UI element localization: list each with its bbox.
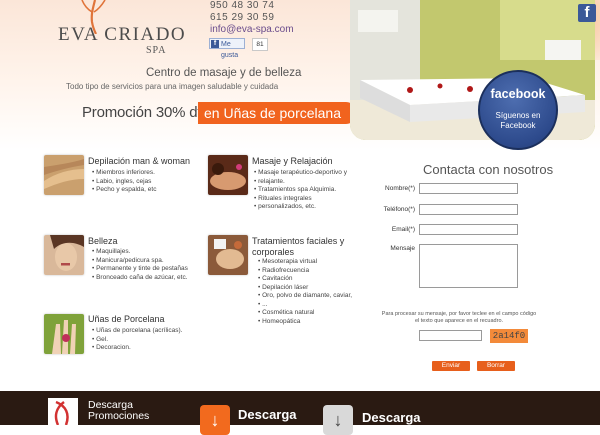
service-image-depilacion[interactable] xyxy=(44,155,84,195)
download-promotions-link[interactable]: Descarga Promociones xyxy=(88,400,149,422)
download-link-a[interactable]: Descarga xyxy=(238,407,297,422)
send-button[interactable]: Enviar xyxy=(432,361,470,371)
subtagline: Todo tipo de servicios para una imagen s… xyxy=(66,82,279,91)
spa-room-illustration xyxy=(350,0,595,140)
service-title-depilacion[interactable]: Depilación man & woman xyxy=(88,156,190,166)
download-link-b[interactable]: Descarga xyxy=(362,410,421,425)
list-item: Cavitación xyxy=(258,275,352,284)
list-item-cont: personalizados, etc. xyxy=(254,203,347,212)
list-item: Gel. xyxy=(92,336,182,345)
list-item: Pecho y espalda, etc xyxy=(92,186,156,195)
list-item: Cosmética natural xyxy=(258,309,352,318)
name-field[interactable] xyxy=(419,183,518,194)
list-item: Maquillajes. xyxy=(92,248,188,257)
like-count: 81 xyxy=(252,38,268,51)
facebook-follow-text: Síguenos en Facebook xyxy=(480,111,556,131)
download-icon[interactable]: ↓ xyxy=(323,405,353,435)
service-image-tratamientos[interactable] xyxy=(208,235,248,275)
promo-text: Promoción 30% dto. xyxy=(82,104,214,121)
list-item-cont: relajante. xyxy=(254,178,347,187)
name-label: Nombre(*) xyxy=(385,185,415,192)
list-item: Oro, polvo de diamante, caviar, xyxy=(258,292,352,301)
phone-2: 615 29 30 59 xyxy=(210,12,275,23)
brand-sub: SPA xyxy=(146,45,167,56)
clear-button[interactable]: Borrar xyxy=(477,361,515,371)
list-item: Decoracion. xyxy=(92,344,182,353)
list-item-cont: ... xyxy=(258,301,352,310)
list-item: Mesoterapia virtual xyxy=(258,258,352,267)
email-label: Email(*) xyxy=(391,226,415,233)
form-title: Contacta con nosotros xyxy=(423,162,554,177)
contact-info: 950 48 30 74 615 29 30 59 info@eva-spa.c… xyxy=(210,0,294,36)
service-image-unas[interactable] xyxy=(44,314,84,354)
email-field[interactable] xyxy=(419,224,518,235)
spa-room-photo xyxy=(350,0,595,140)
service-list-depilacion: Miembros inferiores. Labio, ingles, ceja… xyxy=(92,169,156,195)
list-item: Tratamientos spa Alquimia. xyxy=(254,186,347,195)
list-item: Homeopática xyxy=(258,318,352,327)
download-icon[interactable]: ↓ xyxy=(200,405,230,435)
list-item: Bronceado caña de azúcar, etc. xyxy=(92,274,188,283)
facebook-like-button[interactable]: f Me gusta xyxy=(209,38,245,59)
service-title-unas[interactable]: Uñas de Porcelana xyxy=(88,314,165,324)
facebook-follow-badge[interactable]: facebook Síguenos en Facebook xyxy=(478,70,558,150)
service-image-belleza[interactable] xyxy=(44,235,84,275)
phone-field[interactable] xyxy=(419,204,518,215)
face-photo-icon xyxy=(44,235,84,275)
service-title-tratamientos[interactable]: Tratamientos faciales y xyxy=(252,236,344,246)
service-list-tratamientos: Mesoterapia virtual Radiofrecuencia Cavi… xyxy=(258,258,352,326)
list-item: Radiofrecuencia xyxy=(258,267,352,276)
facebook-title: facebook xyxy=(490,87,546,101)
nails-photo-icon xyxy=(44,314,84,354)
list-item: Labio, ingles, cejas xyxy=(92,178,156,187)
promo-download-icon[interactable] xyxy=(46,396,80,425)
service-title-masaje[interactable]: Masaje y Relajación xyxy=(252,156,333,166)
list-item: Masaje terapéutico-deportivo y xyxy=(254,169,347,178)
phone-label: Teléfono(*) xyxy=(383,206,415,213)
list-item: Uñas de porcelana (acrílicas). xyxy=(92,327,182,336)
captcha-input[interactable] xyxy=(419,330,482,341)
facebook-line-2: Facebook xyxy=(500,121,536,130)
email-link[interactable]: info@eva-spa.com xyxy=(210,24,294,36)
service-list-unas: Uñas de porcelana (acrílicas). Gel. Deco… xyxy=(92,327,182,353)
legs-photo-icon xyxy=(44,155,84,195)
service-list-belleza: Maquillajes. Manicura/pedicura spa. Perm… xyxy=(92,248,188,282)
service-title-belleza[interactable]: Belleza xyxy=(88,236,118,246)
facebook-corner-icon[interactable]: f xyxy=(578,4,596,22)
phone-1: 950 48 30 74 xyxy=(210,0,275,11)
brand-name: EVA CRIADO xyxy=(58,24,187,45)
list-item: Miembros inferiores. xyxy=(92,169,156,178)
service-image-masaje[interactable] xyxy=(208,155,248,195)
facial-treatment-photo-icon xyxy=(208,235,248,275)
download-promotions-line-2: Promociones xyxy=(88,410,150,422)
list-item: Manicura/pedicura spa. xyxy=(92,257,188,266)
message-textarea[interactable] xyxy=(419,244,518,288)
service-list-masaje: Masaje terapéutico-deportivo y relajante… xyxy=(254,169,347,212)
massage-photo-icon xyxy=(208,155,248,195)
captcha-code: 2a14f0 xyxy=(490,329,528,343)
list-item: Depilación láser xyxy=(258,284,352,293)
message-label: Mensaje xyxy=(390,245,415,252)
captcha-note: Para procesar su mensaje, por favor tecl… xyxy=(381,311,537,324)
promo-pill[interactable]: en Uñas de porcelana xyxy=(198,102,357,124)
list-item: Rituales integrales xyxy=(254,195,347,204)
service-title-tratamientos-2[interactable]: corporales xyxy=(252,247,294,257)
list-item: Permanente y tinte de pestañas xyxy=(92,265,188,274)
tagline: Centro de masaje y de belleza xyxy=(146,67,302,79)
like-label: Me gusta xyxy=(221,41,239,59)
facebook-f-icon: f xyxy=(211,40,219,48)
facebook-line-1: Síguenos en xyxy=(495,111,541,120)
